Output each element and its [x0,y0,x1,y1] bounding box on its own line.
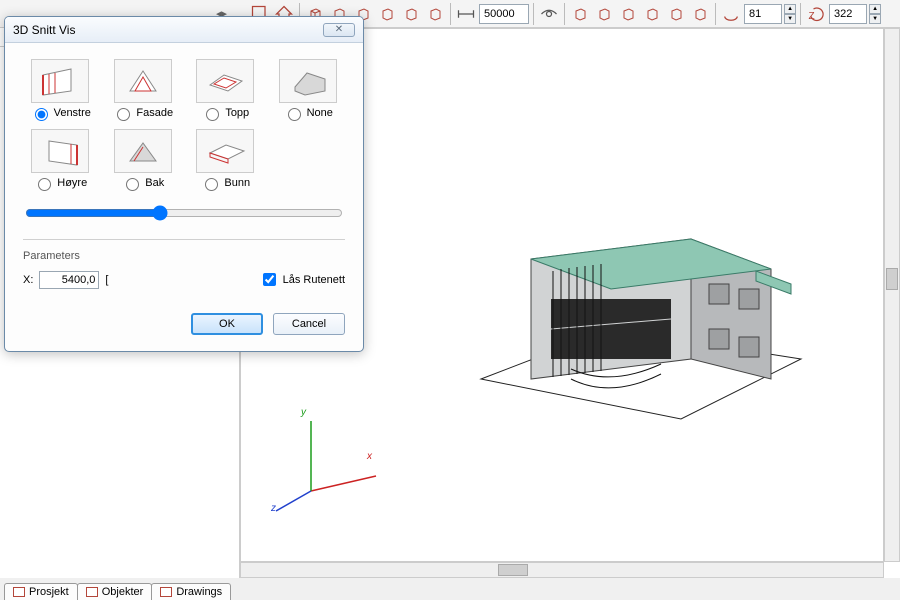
radio-bunn[interactable] [205,178,218,191]
bracket-label: [ [105,274,108,286]
rotate-y-input[interactable] [744,4,782,24]
view-thumb-bak[interactable] [114,129,172,173]
camera-button[interactable] [538,3,560,25]
view-thumb-venstre[interactable] [31,59,89,103]
close-button[interactable]: ✕ [323,23,355,37]
cube-red-6-button[interactable] [689,3,711,25]
tab-prosjekt[interactable]: Prosjekt [4,583,78,600]
view-thumb-hoyre[interactable] [31,129,89,173]
x-input[interactable] [39,271,99,289]
scale-input[interactable] [479,4,529,24]
scale-tool-button[interactable] [455,3,477,25]
cancel-button[interactable]: Cancel [273,313,345,335]
axis-x-label: x [367,451,372,462]
bottom-tabbar: Prosjekt Objekter Drawings [0,578,260,600]
axis-y-label: y [301,407,306,418]
rotate-z-spinner[interactable]: ▲▼ [869,4,881,24]
cube-5-button[interactable] [400,3,422,25]
horizontal-scrollbar[interactable] [240,562,884,578]
rotate-y-button[interactable] [720,3,742,25]
view-thumb-fasade[interactable] [114,59,172,103]
rotate-y-spinner[interactable]: ▲▼ [784,4,796,24]
view-thumb-bunn[interactable] [196,129,254,173]
cube-red-4-button[interactable] [641,3,663,25]
radio-fasade[interactable] [117,108,130,121]
cube-4-button[interactable] [376,3,398,25]
axis-z-label: z [271,503,276,514]
cube-red-5-button[interactable] [665,3,687,25]
cube-6-button[interactable] [424,3,446,25]
radio-hoyre[interactable] [38,178,51,191]
radio-none[interactable] [288,108,301,121]
building-model [461,189,821,449]
radio-bak[interactable] [126,178,139,191]
tab-objekter[interactable]: Objekter [77,583,153,600]
ok-button[interactable]: OK [191,313,263,335]
dialog-title: 3D Snitt Vis [13,23,75,37]
close-icon: ✕ [335,24,343,35]
view-thumb-topp[interactable] [196,59,254,103]
cube-red-3-button[interactable] [617,3,639,25]
x-label: X: [23,274,33,286]
radio-topp[interactable] [206,108,219,121]
view-thumb-none[interactable] [279,59,337,103]
lock-grid-checkbox[interactable] [263,273,276,286]
lock-grid-label: Lås Rutenett [283,274,345,286]
3d-section-dialog: 3D Snitt Vis ✕ Venstre Fasade To [4,16,364,352]
vertical-scrollbar[interactable] [884,28,900,562]
tab-drawings[interactable]: Drawings [151,583,231,600]
cube-red-2-button[interactable] [593,3,615,25]
cube-red-1-button[interactable] [569,3,591,25]
section-slider[interactable] [25,205,343,221]
parameters-label: Parameters [23,250,345,262]
axis-gizmo: x y z [271,401,391,521]
rotate-z-button[interactable]: Z [805,3,827,25]
rotate-z-input[interactable] [829,4,867,24]
radio-venstre[interactable] [35,108,48,121]
